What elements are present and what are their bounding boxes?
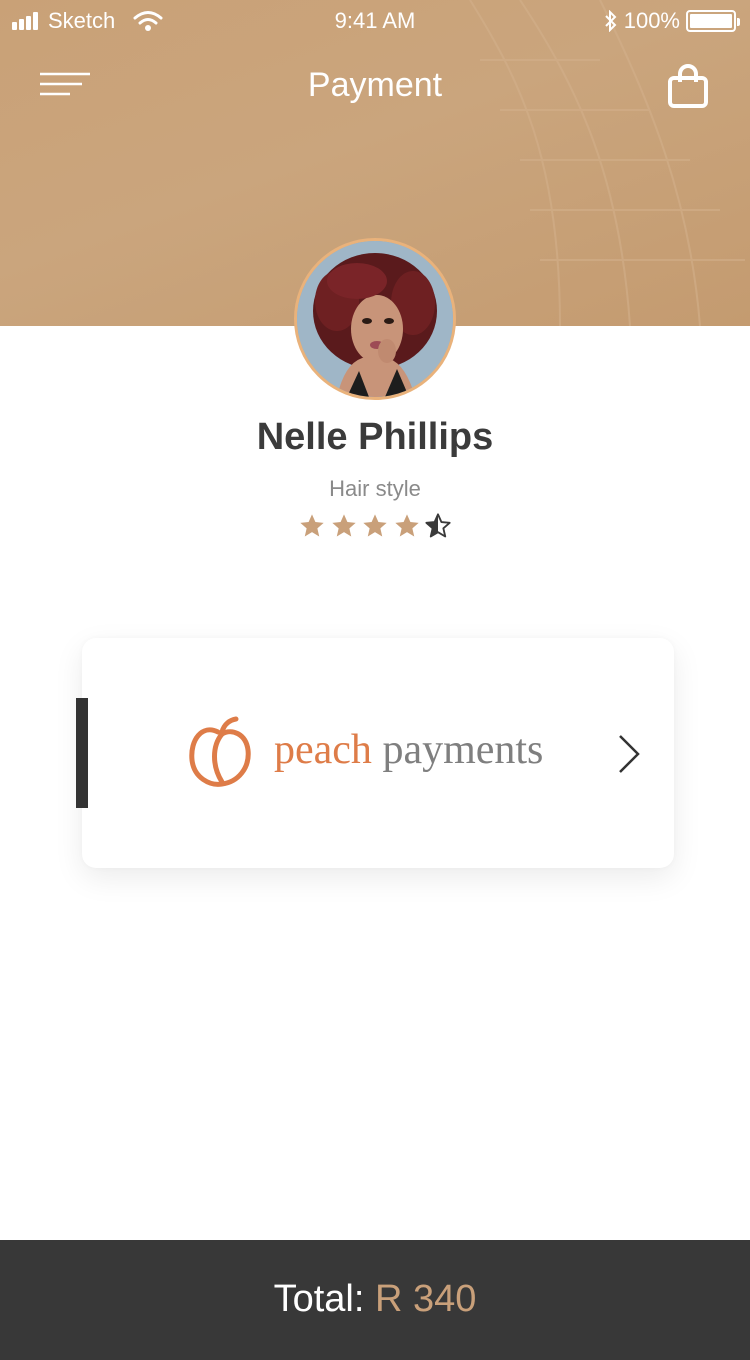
battery-percentage: 100% [623, 8, 680, 33]
battery-icon [686, 10, 740, 32]
status-right: 100% [604, 8, 740, 34]
provider-word-peach: peach [274, 727, 372, 773]
star-filled-icon [331, 514, 356, 537]
total-amount: R 340 [374, 1278, 477, 1320]
status-bar: Sketch 9:41 AM 100% [0, 0, 750, 40]
star-filled-icon [300, 514, 324, 537]
payment-provider-name: peach payments [274, 726, 543, 774]
total-display: Total: R 340 [0, 1278, 750, 1321]
star-filled-icon [363, 514, 387, 537]
page-title: Payment [307, 66, 443, 104]
star-filled-icon [394, 514, 419, 537]
peach-logo-icon [189, 716, 251, 787]
bluetooth-icon [605, 10, 617, 32]
rating-stars [298, 512, 452, 542]
selected-indicator [76, 698, 88, 808]
shopping-bag-icon [668, 64, 708, 108]
star-half-icon [425, 513, 451, 538]
stylist-name: Nelle Phillips [256, 416, 494, 458]
provider-word-payments: payments [382, 727, 544, 773]
avatar [294, 238, 456, 400]
profile-photo [297, 241, 453, 397]
chevron-right-icon[interactable] [614, 734, 642, 774]
cart-button[interactable] [664, 64, 712, 110]
total-label: Total: [273, 1278, 365, 1320]
service-type: Hair style [329, 476, 421, 501]
